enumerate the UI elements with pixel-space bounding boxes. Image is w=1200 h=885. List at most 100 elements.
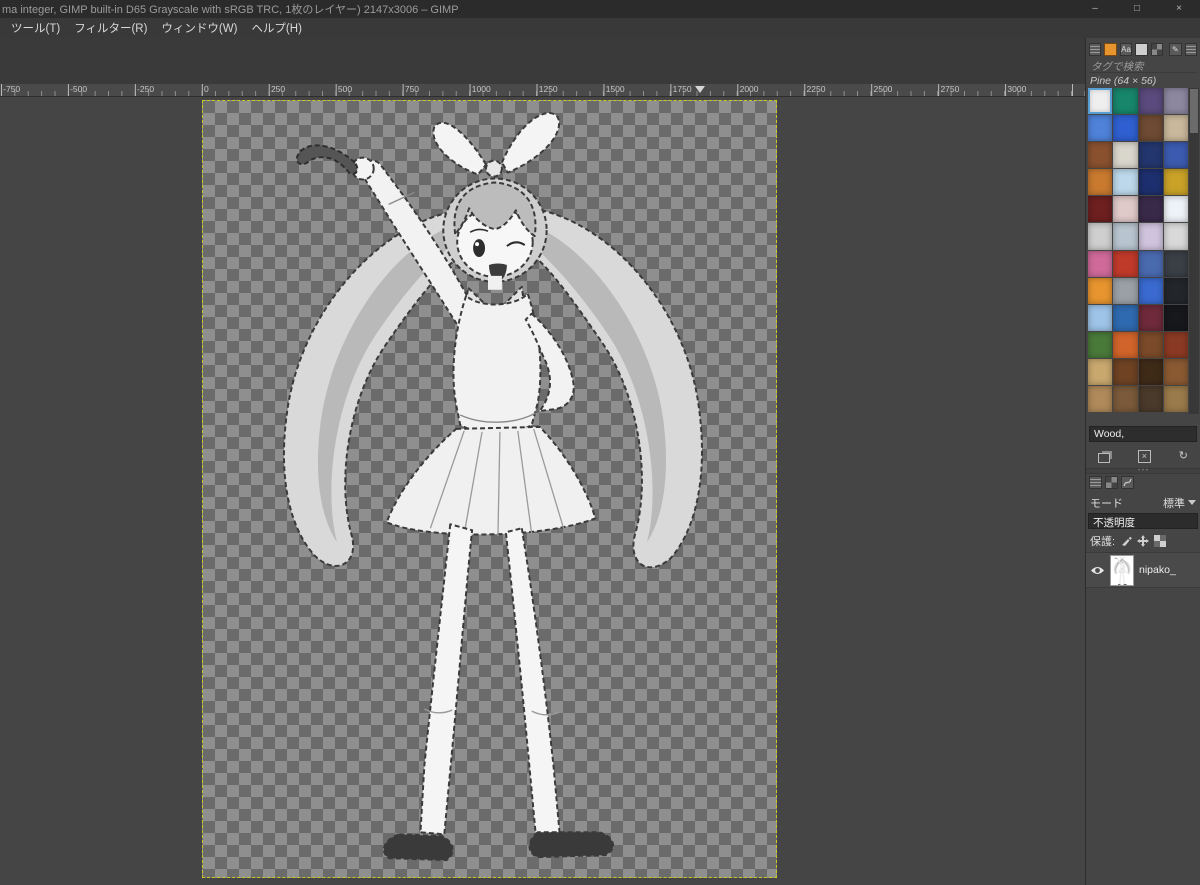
pattern-swatch[interactable] xyxy=(1088,223,1113,250)
pattern-swatch[interactable] xyxy=(1138,223,1163,250)
ruler-tick-label: -750 xyxy=(3,84,21,94)
pattern-swatch[interactable] xyxy=(1113,169,1138,196)
pattern-swatch[interactable] xyxy=(1138,277,1163,304)
pattern-swatch[interactable] xyxy=(1138,358,1163,386)
pattern-swatch[interactable] xyxy=(1163,358,1188,386)
pattern-swatch[interactable] xyxy=(1113,250,1138,277)
brushes-tab-icon[interactable] xyxy=(1089,42,1102,56)
tab-menu-icon[interactable] xyxy=(1184,42,1197,56)
pattern-swatch[interactable] xyxy=(1163,169,1188,196)
layer-thumbnail[interactable] xyxy=(1110,554,1134,586)
fonts-tab-icon[interactable]: Aa xyxy=(1119,42,1133,56)
pattern-swatch[interactable] xyxy=(1088,142,1113,169)
pattern-grid-scrollbar[interactable] xyxy=(1189,88,1199,414)
refresh-patterns-button[interactable]: ↻ xyxy=(1179,449,1188,463)
layer-mode-select[interactable]: 標準 xyxy=(1163,495,1196,511)
lock-position-icon[interactable] xyxy=(1137,535,1150,547)
edit-pattern-icon[interactable]: ✎ xyxy=(1169,42,1182,56)
lock-alpha-icon[interactable] xyxy=(1154,535,1167,547)
chevron-down-icon xyxy=(1188,500,1196,505)
canvas-area[interactable] xyxy=(0,97,1085,885)
pattern-swatch[interactable] xyxy=(1113,115,1138,142)
lock-pixels-icon[interactable] xyxy=(1120,535,1132,547)
delete-pattern-button[interactable]: × xyxy=(1137,449,1151,463)
pattern-swatch[interactable] xyxy=(1113,196,1138,223)
window-controls: – □ × xyxy=(1074,0,1200,18)
pattern-swatch[interactable] xyxy=(1113,223,1138,250)
ruler-pointer-marker xyxy=(695,86,705,93)
ruler-tick-label: 2000 xyxy=(739,84,759,94)
pattern-swatch[interactable] xyxy=(1138,331,1163,358)
pattern-swatch[interactable] xyxy=(1138,88,1163,115)
pattern-swatch[interactable] xyxy=(1088,386,1113,413)
ruler-tick-label: 1500 xyxy=(605,84,625,94)
pattern-swatch[interactable] xyxy=(1113,277,1138,304)
layer-opacity-slider[interactable]: 不透明度 xyxy=(1088,513,1198,529)
pattern-swatch[interactable] xyxy=(1088,169,1113,196)
pattern-swatch[interactable] xyxy=(1088,250,1113,277)
close-button[interactable]: × xyxy=(1158,0,1200,18)
pattern-swatch[interactable] xyxy=(1163,331,1188,358)
layers-tab-icon[interactable] xyxy=(1089,476,1102,489)
pattern-swatch[interactable] xyxy=(1163,142,1188,169)
paths-tab-icon[interactable] xyxy=(1121,476,1134,489)
layer-row[interactable]: nipako_ xyxy=(1086,552,1200,588)
minimize-button[interactable]: – xyxy=(1074,0,1116,18)
pattern-swatch[interactable] xyxy=(1088,115,1113,142)
ruler-tick-label: -250 xyxy=(137,84,155,94)
pattern-tag-search-input[interactable]: タグで検索 xyxy=(1089,59,1197,73)
pattern-swatch[interactable] xyxy=(1163,277,1188,304)
pattern-swatch[interactable] xyxy=(1113,386,1138,413)
ruler-tick-label: 2750 xyxy=(940,84,960,94)
palettes-tab-icon[interactable] xyxy=(1150,42,1164,56)
patterns-tab-icon[interactable] xyxy=(1104,42,1117,56)
pattern-swatch[interactable] xyxy=(1163,223,1188,250)
pattern-swatch[interactable] xyxy=(1113,304,1138,331)
menu-help[interactable]: ヘルプ(H) xyxy=(244,18,308,38)
menu-windows[interactable]: ウィンドウ(W) xyxy=(154,18,244,38)
horizontal-ruler[interactable]: -750 -500 -250 0 250 500 750 1000 1250 1500 1750 20… xyxy=(0,84,1085,97)
ruler-tick-label: 2500 xyxy=(873,84,893,94)
pattern-swatch[interactable] xyxy=(1138,250,1163,277)
pattern-swatch[interactable] xyxy=(1138,169,1163,196)
menu-tools[interactable]: ツール(T) xyxy=(4,18,67,38)
pattern-swatch[interactable] xyxy=(1163,250,1188,277)
ruler-tick-label: 750 xyxy=(404,84,420,94)
pattern-tag-field[interactable]: Wood, xyxy=(1089,426,1197,442)
maximize-button[interactable]: □ xyxy=(1116,0,1158,18)
image-canvas[interactable] xyxy=(202,100,777,878)
layer-visibility-eye-icon[interactable] xyxy=(1090,565,1105,576)
ruler-tick-label: 250 xyxy=(270,84,286,94)
pattern-grid xyxy=(1088,88,1188,414)
pattern-swatch[interactable] xyxy=(1088,304,1113,331)
scrollbar-thumb[interactable] xyxy=(1190,89,1198,133)
pattern-swatch[interactable] xyxy=(1163,386,1188,413)
pattern-swatch[interactable] xyxy=(1088,196,1113,223)
pattern-swatch[interactable] xyxy=(1163,115,1188,142)
menu-filters[interactable]: フィルター(R) xyxy=(67,18,154,38)
channels-tab-icon[interactable] xyxy=(1105,476,1118,489)
pattern-swatch[interactable] xyxy=(1088,277,1113,304)
ruler-tick-label: 1750 xyxy=(672,84,692,94)
pattern-swatch[interactable] xyxy=(1163,88,1188,115)
pattern-swatch[interactable] xyxy=(1163,304,1188,331)
pattern-swatch[interactable] xyxy=(1088,358,1113,386)
pattern-swatch[interactable] xyxy=(1163,196,1188,223)
menubar: ツール(T) フィルター(R) ウィンドウ(W) ヘルプ(H) xyxy=(0,18,1200,38)
pattern-swatch[interactable] xyxy=(1113,358,1138,386)
dock-splitter[interactable]: • • • xyxy=(1086,468,1200,474)
pattern-swatch[interactable] xyxy=(1088,88,1113,115)
pattern-swatch[interactable] xyxy=(1138,196,1163,223)
pattern-swatch[interactable] xyxy=(1138,386,1163,413)
pattern-swatch[interactable] xyxy=(1113,142,1138,169)
pattern-swatch[interactable] xyxy=(1138,142,1163,169)
pattern-swatch[interactable] xyxy=(1138,304,1163,331)
pattern-swatch[interactable] xyxy=(1113,331,1138,358)
ruler-tick-label: 1000 xyxy=(471,84,491,94)
pattern-swatch[interactable] xyxy=(1113,88,1138,115)
right-dock-panel: Aa ✎ タグで検索 Pine (64 × 56) Wood, × ↻ • • … xyxy=(1085,38,1200,885)
pattern-swatch[interactable] xyxy=(1138,115,1163,142)
duplicate-pattern-button[interactable] xyxy=(1098,452,1110,463)
pattern-swatch[interactable] xyxy=(1088,331,1113,358)
document-history-tab-icon[interactable] xyxy=(1135,42,1148,56)
